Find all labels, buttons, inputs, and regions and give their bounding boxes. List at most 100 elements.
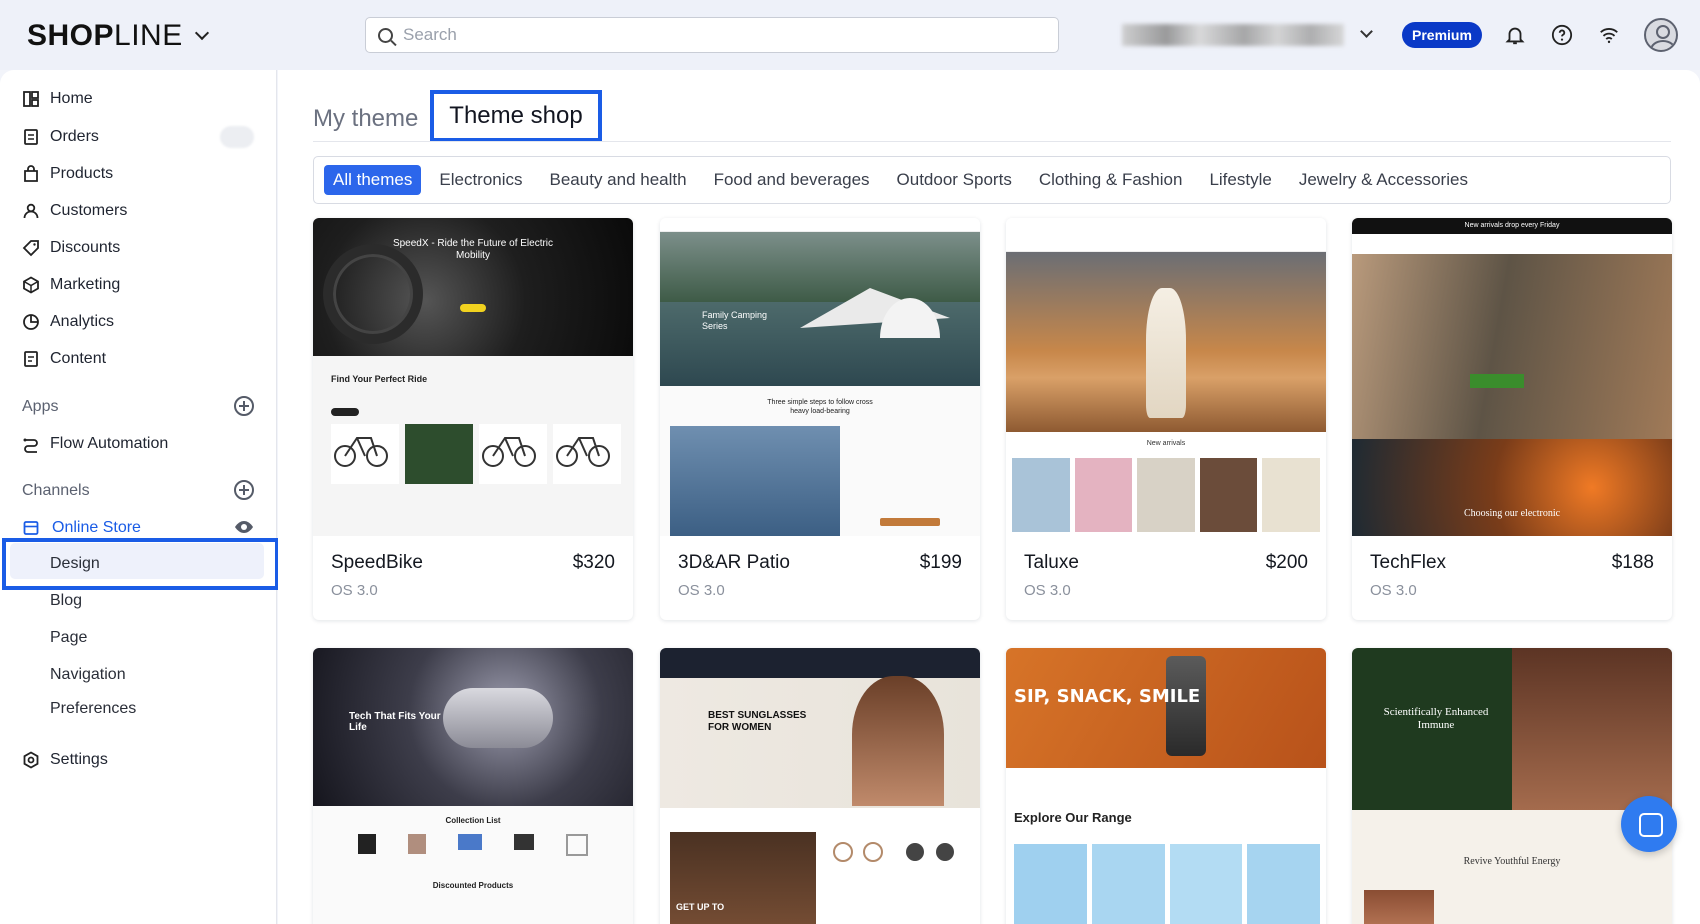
theme-preview: New arrivals drop every Friday Choosing … xyxy=(1352,218,1672,536)
promo-text: GET UP TO xyxy=(676,902,725,912)
theme-price: $200 xyxy=(1265,552,1308,573)
sidebar-item-label: Home xyxy=(50,90,93,107)
design-selection-frame xyxy=(2,538,279,590)
chat-support-button[interactable] xyxy=(1621,796,1677,852)
sidebar-item-discounts[interactable]: Discounts xyxy=(22,234,120,262)
theme-preview: BEST SUNGLASSES FOR WOMEN GET UP TO xyxy=(660,648,980,924)
add-channel-plus-icon[interactable] xyxy=(234,480,254,500)
theme-os-version: OS 3.0 xyxy=(331,582,378,599)
section-heading: Choosing our electronic xyxy=(1463,508,1561,519)
settings-icon xyxy=(22,751,40,769)
category-outdoor-sports[interactable]: Outdoor Sports xyxy=(888,165,1021,195)
theme-preview: SIP, SNACK, SMILE Explore Our Range xyxy=(1006,648,1326,924)
hero-heading: SpeedX - Ride the Future of Electric Mob… xyxy=(392,238,554,261)
eye-icon[interactable] xyxy=(234,519,254,540)
search-icon xyxy=(378,27,393,43)
sidebar-item-label: Discounts xyxy=(50,239,121,256)
wifi-icon[interactable] xyxy=(1596,22,1622,48)
category-lifestyle[interactable]: Lifestyle xyxy=(1200,165,1280,195)
sidebar-item-customers[interactable]: Customers xyxy=(22,197,127,225)
theme-preview: New arrivals xyxy=(1006,218,1326,536)
tab-label: Theme shop xyxy=(449,102,583,129)
hero-heading: SIP, SNACK, SMILE xyxy=(1014,686,1201,707)
sidebar-item-preferences[interactable]: Preferences xyxy=(50,700,136,718)
category-food-beverages[interactable]: Food and beverages xyxy=(705,165,879,195)
theme-card-speedbike[interactable]: SpeedX - Ride the Future of Electric Mob… xyxy=(313,218,633,620)
sidebar-item-content[interactable]: Content xyxy=(22,345,106,373)
sidebar-item-label: Analytics xyxy=(50,313,115,330)
orders-icon xyxy=(22,128,40,146)
sidebar-item-label: Products xyxy=(50,165,114,182)
plan-badge[interactable]: Premium xyxy=(1402,22,1482,48)
category-clothing-fashion[interactable]: Clothing & Fashion xyxy=(1030,165,1192,195)
shop-now-chip xyxy=(460,304,486,312)
sidebar-item-page[interactable]: Page xyxy=(50,626,87,650)
theme-name: Taluxe xyxy=(1024,552,1079,573)
section-heading: Three simple steps to follow cross heavy… xyxy=(767,399,873,415)
sidebar-item-products[interactable]: Products xyxy=(22,160,113,188)
sidebar-item-home[interactable]: Home xyxy=(22,85,93,113)
store-icon xyxy=(22,519,40,537)
sidebar-item-orders[interactable]: Orders xyxy=(22,123,99,151)
top-bar: SHOPLINE Premium xyxy=(0,0,1700,70)
theme-os-version: OS 3.0 xyxy=(678,582,725,599)
marketing-icon xyxy=(22,276,40,294)
theme-os-version: OS 3.0 xyxy=(1024,582,1071,599)
search-bar[interactable] xyxy=(365,17,1059,53)
add-app-plus-icon[interactable] xyxy=(234,396,254,416)
sidebar-item-settings[interactable]: Settings xyxy=(22,746,108,774)
category-electronics[interactable]: Electronics xyxy=(430,165,531,195)
section-heading-2: Discounted Products xyxy=(432,881,514,890)
theme-preview: Family Camping Series Three simple steps… xyxy=(660,218,980,536)
theme-price: $320 xyxy=(572,552,615,573)
bell-icon[interactable] xyxy=(1502,22,1528,48)
store-switch-chevron-icon[interactable] xyxy=(1360,25,1373,38)
sidebar-item-design[interactable]: Design xyxy=(50,552,100,576)
theme-price: $199 xyxy=(919,552,962,573)
tab-my-theme[interactable]: My theme xyxy=(313,105,418,133)
chevron-down-icon[interactable] xyxy=(194,25,209,41)
theme-preview: SpeedX - Ride the Future of Electric Mob… xyxy=(313,218,633,536)
sidebar-item-flow-automation[interactable]: Flow Automation xyxy=(22,430,168,458)
sidebar-item-navigation[interactable]: Navigation xyxy=(50,663,126,687)
theme-card-row2-tech[interactable]: Tech That Fits Your Life Collection List… xyxy=(313,648,633,924)
shopline-logo[interactable]: SHOP LINE xyxy=(27,19,209,53)
section-heading: Find Your Perfect Ride xyxy=(331,374,428,384)
channels-section-label: Channels xyxy=(22,482,90,499)
tab-theme-shop[interactable]: Theme shop xyxy=(430,90,602,142)
category-jewelry-accessories[interactable]: Jewelry & Accessories xyxy=(1290,165,1477,195)
home-icon xyxy=(22,90,40,108)
theme-preview: Scientifically Enhanced Immune Revive Yo… xyxy=(1352,648,1672,924)
theme-name: TechFlex xyxy=(1370,552,1447,573)
theme-card-row2-immune[interactable]: Scientifically Enhanced Immune Revive Yo… xyxy=(1352,648,1672,924)
section-heading: Revive Youthful Energy xyxy=(1463,856,1561,867)
sidebar-item-blog[interactable]: Blog xyxy=(50,589,82,613)
search-input[interactable] xyxy=(403,25,1003,45)
category-beauty-health[interactable]: Beauty and health xyxy=(541,165,696,195)
theme-preview: Tech That Fits Your Life Collection List… xyxy=(313,648,633,924)
theme-card-row2-sunglasses[interactable]: BEST SUNGLASSES FOR WOMEN GET UP TO xyxy=(660,648,980,924)
theme-card-taluxe[interactable]: New arrivals Taluxe $200 OS 3.0 xyxy=(1006,218,1326,620)
theme-name: 3D&AR Patio xyxy=(678,552,790,573)
discounts-icon xyxy=(22,239,40,257)
theme-name: SpeedBike xyxy=(331,552,423,573)
theme-price: $188 xyxy=(1611,552,1654,573)
sidebar-item-label: Settings xyxy=(50,751,108,768)
theme-os-version: OS 3.0 xyxy=(1370,582,1417,599)
store-name-blurred[interactable] xyxy=(1122,24,1344,46)
help-icon[interactable] xyxy=(1549,22,1575,48)
category-all-themes[interactable]: All themes xyxy=(324,165,422,195)
hero-heading: Family Camping Series xyxy=(702,310,768,331)
avatar[interactable] xyxy=(1644,18,1678,52)
flow-icon xyxy=(22,435,40,453)
sidebar-item-analytics[interactable]: Analytics xyxy=(22,308,114,336)
orders-count-badge xyxy=(220,126,254,148)
theme-card-3d-ar-patio[interactable]: Family Camping Series Three simple steps… xyxy=(660,218,980,620)
customers-icon xyxy=(22,202,40,220)
hero-heading: Scientifically Enhanced Immune xyxy=(1383,706,1489,731)
sidebar-item-marketing[interactable]: Marketing xyxy=(22,271,120,299)
sidebar-item-label: Content xyxy=(50,350,107,367)
section-heading: Explore Our Range xyxy=(1014,810,1132,825)
theme-card-row2-snack[interactable]: SIP, SNACK, SMILE Explore Our Range xyxy=(1006,648,1326,924)
theme-card-techflex[interactable]: New arrivals drop every Friday Choosing … xyxy=(1352,218,1672,620)
